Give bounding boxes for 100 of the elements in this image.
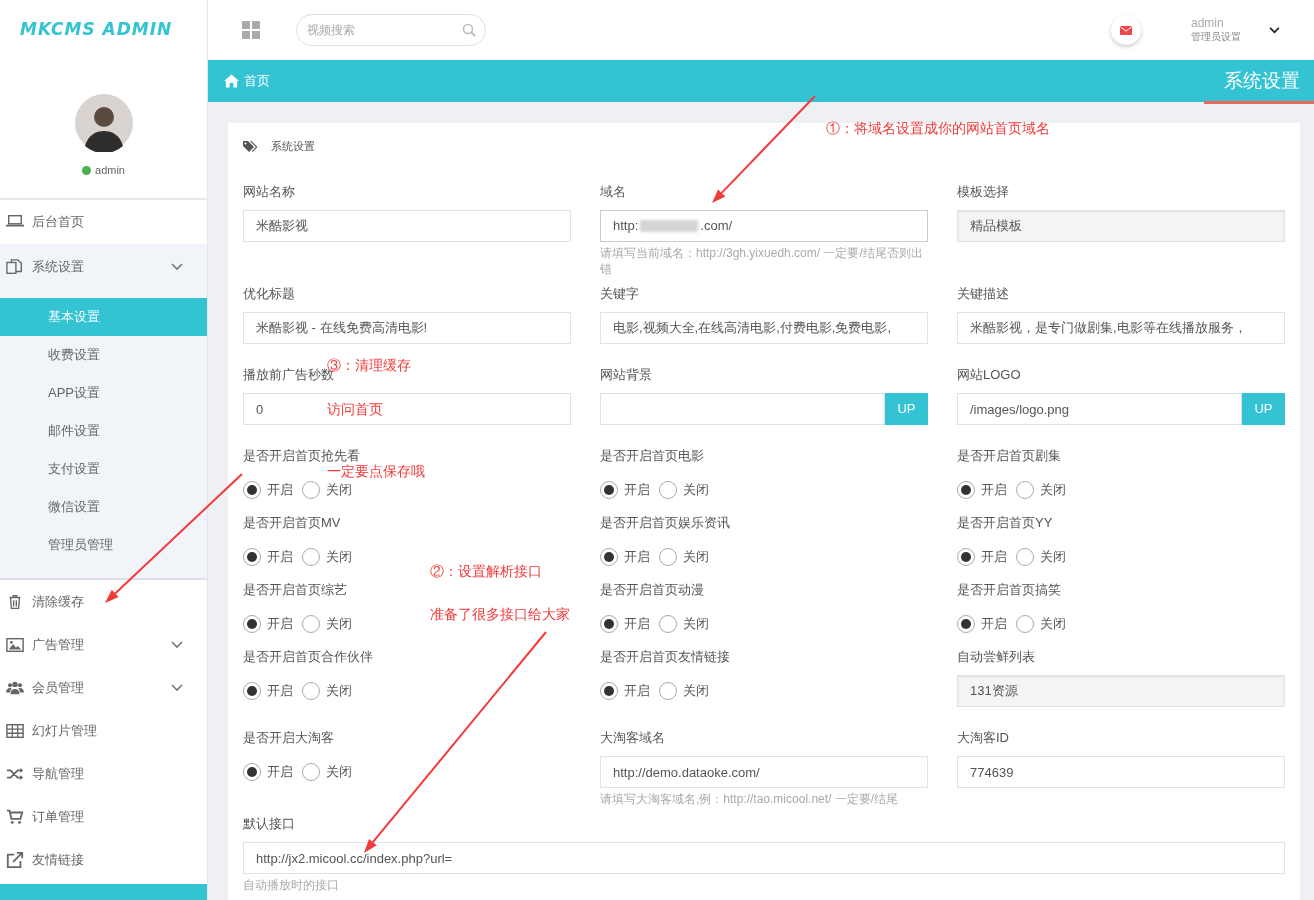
radio-button[interactable] bbox=[659, 548, 677, 566]
radio-button[interactable] bbox=[1016, 481, 1034, 499]
input-field[interactable]: http: .com/ bbox=[600, 210, 928, 242]
radio-label: 开启 bbox=[624, 549, 650, 565]
radio-button[interactable] bbox=[243, 682, 261, 700]
radio-label: 关闭 bbox=[683, 616, 709, 632]
submenu-item[interactable]: 收费设置 bbox=[0, 336, 207, 374]
field-hint: 自动播放时的接口 bbox=[243, 877, 340, 893]
avatar bbox=[74, 94, 133, 152]
radio-label: 开启 bbox=[267, 616, 293, 632]
radio-label: 开启 bbox=[624, 683, 650, 699]
input-field[interactable]: 电影,视频大全,在线高清电影,付费电影,免费电影, bbox=[600, 312, 928, 344]
field-label: 是否开启大淘客 bbox=[243, 729, 334, 747]
input-field[interactable]: 774639 bbox=[957, 756, 1285, 788]
sidebar-item-label: 导航管理 bbox=[32, 764, 85, 783]
grid-icon bbox=[242, 21, 260, 39]
input-field[interactable]: 米酷影视 - 在线免费高清电影! bbox=[243, 312, 571, 344]
sidebar-item[interactable]: 订单管理 bbox=[0, 795, 207, 838]
field-hint: 请填写大淘客域名,例：http://tao.micool.net/ 一定要/结尾 bbox=[600, 791, 900, 807]
select-field[interactable]: 131资源 bbox=[957, 675, 1285, 707]
radio-button[interactable] bbox=[302, 763, 320, 781]
input-field[interactable]: http://jx2.micool.cc/index.php?url= bbox=[243, 842, 1285, 874]
radio-button[interactable] bbox=[302, 682, 320, 700]
input-field[interactable] bbox=[600, 393, 885, 425]
radio-label: 开启 bbox=[624, 482, 650, 498]
annotation-text: ①：将域名设置成你的网站首页域名 bbox=[826, 121, 1050, 135]
annotation-text: 访问首页 bbox=[327, 402, 383, 416]
radio-label: 开启 bbox=[267, 683, 293, 699]
sidebar-item-label: 广告管理 bbox=[32, 635, 85, 654]
chevron-down-icon bbox=[171, 262, 183, 271]
card-title: 系统设置 bbox=[271, 138, 315, 154]
field-label: 关键字 bbox=[600, 285, 639, 303]
field-label: 是否开启首页YY bbox=[957, 514, 1053, 532]
input-field[interactable]: http://demo.dataoke.com/ bbox=[600, 756, 928, 788]
field-label: 是否开启首页抢先看 bbox=[243, 447, 360, 464]
submenu-item[interactable]: 支付设置 bbox=[0, 450, 207, 488]
radio-button[interactable] bbox=[957, 615, 975, 633]
field-label: 关键描述 bbox=[957, 285, 1009, 303]
sidebar-item[interactable]: 系统设置 bbox=[0, 244, 207, 289]
radio-button[interactable] bbox=[600, 481, 618, 499]
submenu-item[interactable]: 管理员管理 bbox=[0, 526, 207, 564]
radio-button[interactable] bbox=[659, 682, 677, 700]
radio-label: 开启 bbox=[981, 482, 1007, 498]
radio-button[interactable] bbox=[600, 682, 618, 700]
field-label: 是否开启首页动漫 bbox=[600, 581, 704, 599]
radio-button[interactable] bbox=[957, 481, 975, 499]
annotation-text: ②：设置解析接口 bbox=[430, 564, 542, 578]
sidebar-item[interactable]: 导航管理 bbox=[0, 752, 207, 795]
radio-button[interactable] bbox=[243, 615, 261, 633]
sidebar-item-label: 幻灯片管理 bbox=[32, 721, 98, 740]
radio-button[interactable] bbox=[600, 548, 618, 566]
select-field[interactable]: 精品模板 bbox=[957, 210, 1285, 242]
radio-button[interactable] bbox=[243, 763, 261, 781]
sidebar-item[interactable]: 后台首页 bbox=[0, 200, 207, 244]
sidebar-item[interactable]: 会员管理 bbox=[0, 666, 207, 709]
mail-icon bbox=[1120, 25, 1132, 35]
profile-name: admin bbox=[95, 163, 125, 178]
sidebar-item-label: 后台首页 bbox=[32, 213, 85, 232]
input-field[interactable]: /images/logo.png bbox=[957, 393, 1242, 425]
radio-label: 关闭 bbox=[683, 549, 709, 565]
input-field[interactable]: 米酷影视，是专门做剧集,电影等在线播放服务， bbox=[957, 312, 1285, 344]
sidebar-item-label: 系统设置 bbox=[32, 257, 85, 276]
annotation-text: 一定要点保存哦 bbox=[327, 464, 425, 478]
sidebar-item[interactable]: 广告管理 bbox=[0, 623, 207, 666]
sidebar-item-label: 订单管理 bbox=[32, 807, 85, 826]
radio-button[interactable] bbox=[600, 615, 618, 633]
sidebar-item[interactable]: 幻灯片管理 bbox=[0, 709, 207, 752]
radio-button[interactable] bbox=[302, 481, 320, 499]
field-label: 是否开启首页综艺 bbox=[243, 581, 347, 599]
sidebar-item[interactable]: 友情链接 bbox=[0, 838, 207, 881]
field-label: 是否开启首页剧集 bbox=[957, 447, 1061, 465]
radio-label: 关闭 bbox=[326, 549, 352, 565]
radio-button[interactable] bbox=[1016, 615, 1034, 633]
radio-button[interactable] bbox=[957, 548, 975, 566]
search-field[interactable]: 视频搜索 bbox=[296, 14, 486, 46]
field-label: 网站名称 bbox=[243, 183, 295, 201]
user-role[interactable]: 管理员设置 bbox=[1191, 30, 1241, 44]
input-field[interactable]: 米酷影视 bbox=[243, 210, 571, 242]
radio-label: 关闭 bbox=[683, 482, 709, 498]
radio-label: 关闭 bbox=[326, 482, 352, 498]
submenu-item[interactable]: 邮件设置 bbox=[0, 412, 207, 450]
sidebar-item[interactable]: 清除缓存 bbox=[0, 580, 207, 623]
field-label: 网站背景 bbox=[600, 366, 652, 384]
radio-label: 开启 bbox=[981, 549, 1007, 565]
sidebar-item-label: 友情链接 bbox=[32, 850, 85, 869]
field-label: 网站LOGO bbox=[957, 366, 1021, 384]
mail-button[interactable] bbox=[1111, 15, 1141, 45]
tags-icon bbox=[243, 140, 257, 152]
radio-button[interactable] bbox=[659, 615, 677, 633]
submenu-item[interactable]: 微信设置 bbox=[0, 488, 207, 526]
radio-button[interactable] bbox=[243, 481, 261, 499]
radio-button[interactable] bbox=[659, 481, 677, 499]
field-label: 是否开启首页搞笑 bbox=[957, 581, 1061, 599]
radio-label: 开启 bbox=[267, 482, 293, 498]
radio-button[interactable] bbox=[302, 615, 320, 633]
submenu-item[interactable]: APP设置 bbox=[0, 374, 207, 412]
radio-button[interactable] bbox=[302, 548, 320, 566]
radio-button[interactable] bbox=[1016, 548, 1034, 566]
radio-button[interactable] bbox=[243, 548, 261, 566]
search-icon bbox=[462, 23, 476, 37]
